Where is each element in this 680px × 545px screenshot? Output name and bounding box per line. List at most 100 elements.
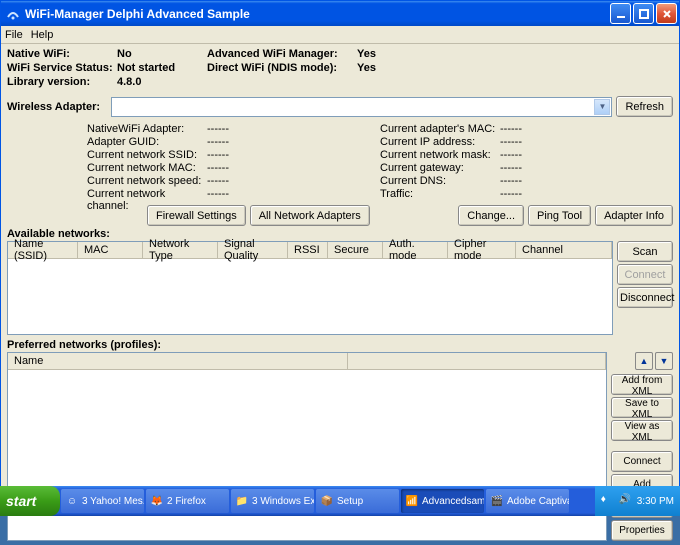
available-body (8, 259, 612, 334)
add-from-xml-button[interactable]: Add from XML (611, 374, 673, 395)
col-nettype[interactable]: Network Type (143, 242, 218, 258)
connect-button[interactable]: Connect (617, 264, 673, 285)
available-header: Name (SSID) MAC Network Type Signal Qual… (8, 242, 612, 259)
pref-properties-button[interactable]: Properties (611, 520, 673, 541)
start-label: start (6, 493, 36, 509)
status-label: WiFi Service Status: (7, 62, 117, 76)
status-value: Yes (357, 48, 376, 62)
minimize-button[interactable] (610, 3, 631, 24)
menu-help[interactable]: Help (31, 29, 54, 41)
start-button[interactable]: start (0, 486, 60, 516)
adapter-info-button[interactable]: Adapter Info (595, 205, 673, 226)
setup-icon: 📦 (320, 494, 334, 508)
adapter-label: Wireless Adapter: (7, 101, 107, 113)
info-label: Traffic: (380, 188, 500, 201)
task-item[interactable]: 📦Setup (316, 489, 399, 513)
task-item[interactable]: 📶Advancedsample (401, 489, 484, 513)
col-channel[interactable]: Channel (516, 242, 612, 258)
available-area: Name (SSID) MAC Network Type Signal Qual… (7, 241, 673, 335)
info-value: ------ (207, 188, 229, 201)
col-name[interactable]: Name (8, 353, 348, 369)
adapter-info: NativeWiFi Adapter:------ Adapter GUID:-… (87, 123, 673, 201)
status-label: Advanced WiFi Manager: (207, 48, 357, 62)
tray-icon[interactable]: 🔊 (619, 494, 633, 508)
col-auth[interactable]: Auth. mode (383, 242, 448, 258)
firefox-icon: 🦊 (150, 494, 164, 508)
info-label: Current adapter's MAC: (380, 123, 500, 136)
window-buttons (610, 3, 677, 24)
available-side: Scan Connect Disconnect (617, 241, 673, 335)
info-value: ------ (500, 136, 522, 149)
task-item[interactable]: 📁3 Windows Ex... (231, 489, 314, 513)
adapter-combo[interactable]: ▼ (111, 97, 612, 117)
change-button[interactable]: Change... (458, 205, 524, 226)
chevron-down-icon[interactable]: ▼ (594, 99, 610, 115)
firewall-button[interactable]: Firewall Settings (147, 205, 246, 226)
col-empty (348, 353, 606, 369)
info-value: ------ (207, 175, 229, 188)
info-value: ------ (207, 149, 229, 162)
close-button[interactable] (656, 3, 677, 24)
task-item[interactable]: 🎬Adobe Captivat... (486, 489, 569, 513)
status-value: 4.8.0 (117, 76, 141, 90)
refresh-button[interactable]: Refresh (616, 96, 673, 117)
all-adapters-button[interactable]: All Network Adapters (250, 205, 370, 226)
clock[interactable]: 3:30 PM (637, 496, 674, 507)
task-item[interactable]: ☺3 Yahoo! Mes... (61, 489, 144, 513)
info-label: NativeWiFi Adapter: (87, 123, 207, 136)
arrow-buttons: ▲ ▼ (611, 352, 673, 370)
adapter-row: Wireless Adapter: ▼ Refresh (7, 96, 673, 117)
content-area: Native WiFi:No WiFi Service Status:Not s… (1, 44, 679, 545)
info-value: ------ (500, 162, 522, 175)
info-label: Adapter GUID: (87, 136, 207, 149)
info-label: Current network mask: (380, 149, 500, 162)
ping-button[interactable]: Ping Tool (528, 205, 591, 226)
save-to-xml-button[interactable]: Save to XML (611, 397, 673, 418)
action-row: Firewall Settings All Network Adapters C… (147, 205, 673, 226)
tray-icon[interactable]: ♦ (601, 494, 615, 508)
info-value: ------ (207, 162, 229, 175)
info-label: Current network speed: (87, 175, 207, 188)
col-secure[interactable]: Secure (328, 242, 383, 258)
status-value: Yes (357, 62, 376, 76)
yahoo-icon: ☺ (65, 494, 79, 508)
task-item[interactable]: 🦊2 Firefox (146, 489, 229, 513)
info-value: ------ (500, 188, 522, 201)
status-label: Native WiFi: (7, 48, 117, 62)
taskbar: start ☺3 Yahoo! Mes... 🦊2 Firefox 📁3 Win… (0, 486, 680, 516)
captivate-icon: 🎬 (490, 494, 504, 508)
view-as-xml-button[interactable]: View as XML (611, 420, 673, 441)
titlebar: WiFi-Manager Delphi Advanced Sample (1, 1, 679, 26)
app-icon: 📶 (405, 494, 419, 508)
status-value: No (117, 48, 132, 62)
col-rssi[interactable]: RSSI (288, 242, 328, 258)
status-value: Not started (117, 62, 175, 76)
status-label: Library version: (7, 76, 117, 90)
window-title: WiFi-Manager Delphi Advanced Sample (25, 7, 610, 21)
explorer-icon: 📁 (235, 494, 249, 508)
move-down-button[interactable]: ▼ (655, 352, 673, 370)
col-mac[interactable]: MAC (78, 242, 143, 258)
move-up-button[interactable]: ▲ (635, 352, 653, 370)
info-value: ------ (207, 123, 229, 136)
info-label: Current network MAC: (87, 162, 207, 175)
col-cipher[interactable]: Cipher mode (448, 242, 516, 258)
maximize-button[interactable] (633, 3, 654, 24)
info-label: Current IP address: (380, 136, 500, 149)
info-label: Current gateway: (380, 162, 500, 175)
available-label: Available networks: (7, 228, 673, 240)
col-signal[interactable]: Signal Quality (218, 242, 288, 258)
preferred-label: Preferred networks (profiles): (7, 339, 673, 351)
menu-file[interactable]: File (5, 29, 23, 41)
available-list[interactable]: Name (SSID) MAC Network Type Signal Qual… (7, 241, 613, 335)
scan-button[interactable]: Scan (617, 241, 673, 262)
col-ssid[interactable]: Name (SSID) (8, 242, 78, 258)
app-icon (5, 6, 21, 22)
system-tray[interactable]: ♦ 🔊 3:30 PM (595, 486, 680, 516)
info-value: ------ (207, 136, 229, 149)
pref-connect-button[interactable]: Connect (611, 451, 673, 472)
info-label: Current network SSID: (87, 149, 207, 162)
info-value: ------ (500, 149, 522, 162)
disconnect-button[interactable]: Disconnect (617, 287, 673, 308)
menubar: File Help (1, 26, 679, 44)
